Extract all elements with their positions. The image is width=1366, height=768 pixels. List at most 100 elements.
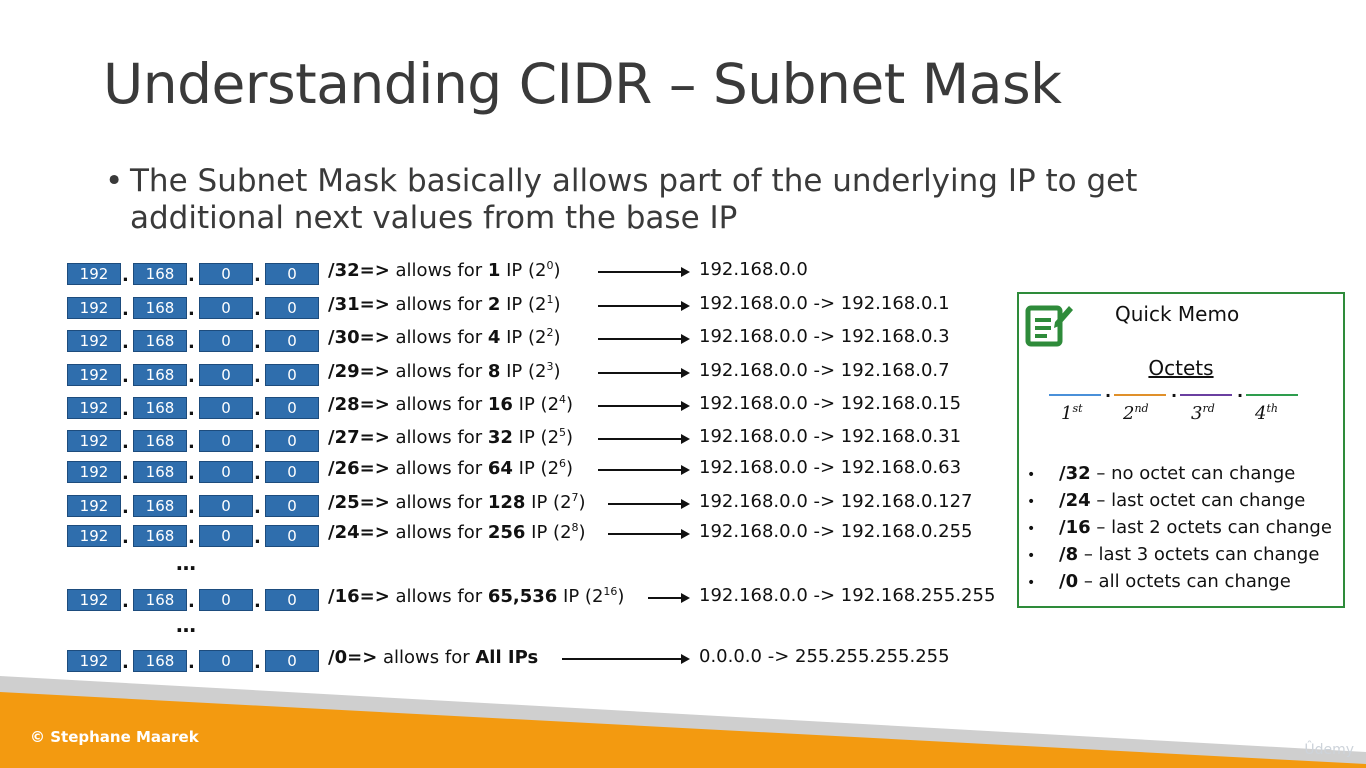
octet-box: 0 <box>199 263 253 285</box>
cidr-description: /31=> allows for 2 IP (21) <box>328 293 561 315</box>
power-base: 2 <box>535 294 547 315</box>
right-arrow-icon <box>598 465 690 475</box>
ip-text: IP ( <box>500 294 536 315</box>
power-exponent: 16 <box>603 585 618 598</box>
memo-item-text: – all octets can change <box>1078 571 1291 592</box>
ip-range: 192.168.0.0 <box>699 259 808 280</box>
udemy-watermark: Ûdemy <box>1304 742 1354 758</box>
allows-text: allows for <box>389 260 488 281</box>
list-bullet: • <box>1027 548 1036 564</box>
close-paren: ) <box>578 492 586 513</box>
octet-box: 0 <box>265 650 319 672</box>
ip-row: 192 168 0 0.../25=> allows for 128 IP (27) 1… <box>0 491 1000 519</box>
octet-line <box>1049 394 1101 396</box>
cidr-description: /29=> allows for 8 IP (23) <box>328 360 561 382</box>
octet-box: 0 <box>199 330 253 352</box>
ordinal-number: 1 <box>1061 403 1073 424</box>
octet-separator: . <box>122 299 129 320</box>
cidr-arrow-symbol: => <box>359 427 390 448</box>
octet-ordinal-label: 3rd <box>1191 402 1215 424</box>
power-base: 2 <box>535 327 547 348</box>
octet-ordinal-label: 4th <box>1255 402 1278 424</box>
cidr-arrow-symbol: => <box>359 327 390 348</box>
allows-text: allows for <box>377 647 476 668</box>
octet-box: 168 <box>133 495 187 517</box>
close-paren: ) <box>553 361 561 382</box>
ip-text: IP ( <box>500 327 536 348</box>
ordinal-number: 3 <box>1191 403 1203 424</box>
octet-box: 0 <box>265 589 319 611</box>
octet-box: 192 <box>67 330 121 352</box>
cidr-value: /30 <box>328 327 360 348</box>
ip-count: 256 <box>487 522 526 543</box>
cidr-arrow-symbol: => <box>359 586 390 607</box>
right-arrow-icon <box>598 401 690 411</box>
octet-line <box>1114 394 1166 396</box>
octet-separator: . <box>254 497 261 518</box>
octet-box: 168 <box>133 397 187 419</box>
octet-box: 192 <box>67 589 121 611</box>
notepad-edit-icon <box>1025 305 1073 347</box>
cidr-value: /25 <box>328 492 360 513</box>
allows-text: allows for <box>389 586 488 607</box>
cidr-description: /25=> allows for 128 IP (27) <box>328 491 586 513</box>
copyright-text: © Stephane Maarek <box>30 728 199 746</box>
ip-count: All IPs <box>475 647 539 668</box>
memo-item-text: – last 2 octets can change <box>1090 517 1332 538</box>
octet-box: 168 <box>133 589 187 611</box>
ip-text: IP ( <box>512 458 548 479</box>
octet-box: 0 <box>265 297 319 319</box>
power-base: 2 <box>560 522 572 543</box>
octet-box: 0 <box>265 525 319 547</box>
power-base: 2 <box>535 361 547 382</box>
memo-cidr-key: /8 <box>1059 544 1079 565</box>
octet-separator: . <box>122 332 129 353</box>
cidr-value: /32 <box>328 260 360 281</box>
octet-box: 0 <box>265 330 319 352</box>
octet-separator: . <box>122 366 129 387</box>
bullet-mark: • <box>105 163 124 199</box>
right-arrow-icon <box>608 499 690 509</box>
cidr-description: /16=> allows for 65,536 IP (216) <box>328 585 624 607</box>
octet-box: 192 <box>67 495 121 517</box>
list-bullet: • <box>1027 494 1036 510</box>
allows-text: allows for <box>389 427 488 448</box>
cidr-arrow-symbol: => <box>359 394 390 415</box>
ip-range: 192.168.0.0 -> 192.168.0.127 <box>699 491 973 512</box>
octet-box: 0 <box>265 430 319 452</box>
octet-separator: . <box>188 366 195 387</box>
cidr-value: /0 <box>328 647 348 668</box>
octet-separator: . <box>122 432 129 453</box>
ip-row: 192 168 0 0.../32=> allows for 1 IP (20) 192… <box>0 259 1000 287</box>
right-arrow-icon <box>648 593 690 603</box>
memo-list-item: • /0 – all octets can change <box>1027 570 1332 597</box>
right-arrow-icon <box>598 267 690 277</box>
cidr-arrow-symbol: => <box>359 458 390 479</box>
slide-title: Understanding CIDR – Subnet Mask <box>103 52 1062 116</box>
octet-separator: . <box>122 463 129 484</box>
octet-separator: . <box>254 366 261 387</box>
octet-separator: . <box>254 299 261 320</box>
ip-count: 2 <box>487 294 501 315</box>
allows-text: allows for <box>389 394 488 415</box>
octet-box: 192 <box>67 525 121 547</box>
octet-box: 0 <box>199 430 253 452</box>
power-base: 2 <box>547 394 560 415</box>
right-arrow-icon <box>598 434 690 444</box>
octet-separator: . <box>254 527 261 548</box>
cidr-value: /27 <box>328 427 360 448</box>
cidr-value: /24 <box>328 522 360 543</box>
octet-box: 0 <box>199 397 253 419</box>
memo-cidr-key: /32 <box>1059 463 1091 484</box>
list-bullet: • <box>1027 467 1036 483</box>
right-arrow-icon <box>598 301 690 311</box>
memo-item-text: – no octet can change <box>1090 463 1296 484</box>
ordinal-suffix: st <box>1072 402 1083 415</box>
ip-text: IP ( <box>557 586 592 607</box>
octet-dot: . <box>1105 382 1112 401</box>
octet-box: 168 <box>133 297 187 319</box>
ip-row: 192 168 0 0... /31=> allows for 2 IP (21) 192… <box>0 293 1000 321</box>
ordinal-suffix: nd <box>1134 402 1149 415</box>
power-base: 2 <box>547 427 560 448</box>
octet-separator: . <box>254 463 261 484</box>
